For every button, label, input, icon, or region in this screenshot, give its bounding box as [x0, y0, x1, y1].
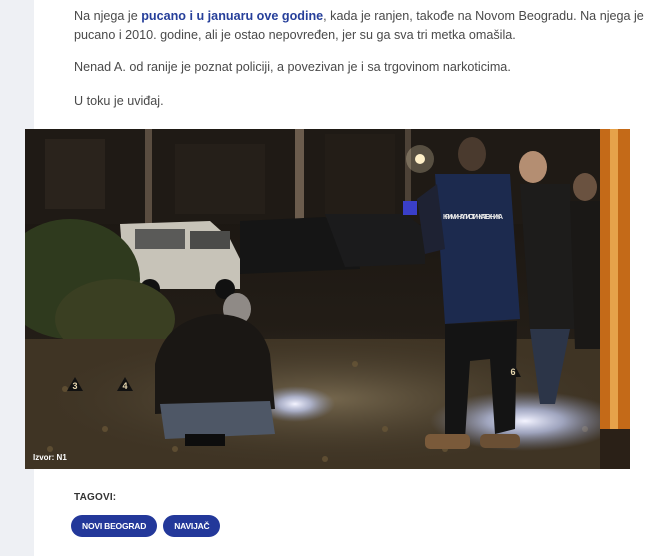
evidence-marker-3: 3 — [72, 381, 77, 391]
article-body: Na njega je pucano i u januaru ove godin… — [25, 0, 662, 556]
article-photo[interactable]: КРИМИНАЛИСТИЧКА ТЕХНИКА 3 4 6 Izvor: N1 — [25, 129, 630, 469]
tag-navijac[interactable]: NAVIJAČ — [163, 515, 221, 537]
tag-novi-beograd[interactable]: NOVI BEOGRAD — [71, 515, 158, 537]
tags-list: NOVI BEOGRAD NAVIJAČ — [71, 515, 221, 537]
article-paragraph-1: Na njega je pucano i u januaru ove godin… — [74, 7, 644, 45]
tags-heading: TAGOVI: — [74, 492, 117, 503]
article-paragraph-2: Nenad A. od ranije je poznat policiji, a… — [74, 60, 511, 74]
paragraph-1-text-start: Na njega je — [74, 9, 142, 23]
article-paragraph-3: U toku je uviđaj. — [74, 94, 164, 108]
vest-lettering: КРИМИНАЛИСТИЧКА ТЕХНИКА — [443, 214, 503, 221]
photo-source-caption: Izvor: N1 — [33, 453, 67, 462]
related-article-link[interactable]: pucano i u januaru ove godine — [141, 9, 323, 23]
evidence-marker-4: 4 — [122, 381, 127, 391]
evidence-marker-6: 6 — [510, 367, 515, 377]
